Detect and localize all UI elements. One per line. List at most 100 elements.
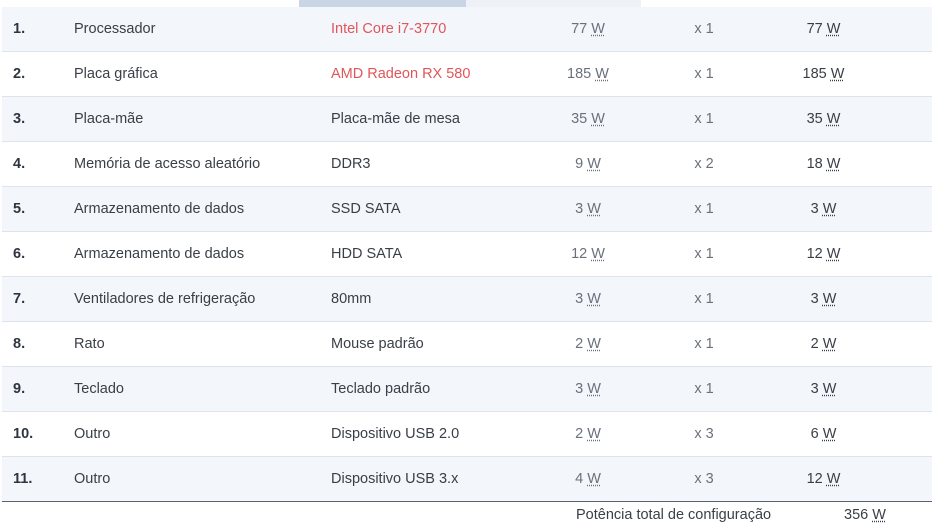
- quantity: x 1: [633, 366, 775, 412]
- row-total-power: 12 W: [775, 231, 932, 277]
- total-power-label: Potência total de configuração: [576, 507, 772, 523]
- unit-power: 4 W: [543, 456, 633, 502]
- quantity: x 1: [633, 276, 775, 322]
- row-total-value: 6: [810, 426, 819, 442]
- component-model-text: Dispositivo USB 2.0: [331, 426, 460, 442]
- component-model: Teclado padrão: [331, 366, 543, 412]
- unit-power: 2 W: [543, 411, 633, 457]
- total-power-value: 356 W: [844, 507, 886, 523]
- row-index: 6.: [2, 231, 74, 277]
- component-model-link[interactable]: AMD Radeon RX 580: [331, 66, 470, 82]
- quantity: x 1: [633, 7, 775, 52]
- component-model-text: Mouse padrão: [331, 336, 424, 352]
- row-total-power: 35 W: [775, 96, 932, 142]
- quantity: x 2: [633, 141, 775, 187]
- row-total-value: 12: [806, 471, 823, 487]
- row-total-power: 3 W: [775, 186, 932, 232]
- component-name: Placa-mãe: [74, 96, 331, 142]
- table-row: 6. Armazenamento de dados HDD SATA 12 Wx 11…: [2, 231, 932, 277]
- unit-power: 9 W: [543, 141, 633, 187]
- component-model: DDR3: [331, 141, 543, 187]
- unit-power: 35 W: [543, 96, 633, 142]
- unit-power-unit: W: [587, 471, 601, 487]
- row-total-value: 185: [802, 66, 827, 82]
- table-row: 9. Teclado Teclado padrão 3 Wx 13 W: [2, 366, 932, 412]
- unit-power: 2 W: [543, 321, 633, 367]
- components-table: 1. Processador Intel Core i7-3770 77 Wx 1 77…: [2, 7, 932, 502]
- row-index: 2.: [2, 51, 74, 97]
- unit-power-unit: W: [591, 21, 605, 37]
- table-row: 3. Placa-mãe Placa-mãe de mesa 35 Wx 1 35 W: [2, 96, 932, 142]
- quantity: x 1: [633, 321, 775, 367]
- table-row: 4. Memória de acesso aleatório DDR3 9 Wx 21…: [2, 141, 932, 187]
- total-power-number: 356: [844, 507, 869, 523]
- row-total-unit: W: [826, 156, 841, 172]
- unit-power-unit: W: [587, 156, 601, 172]
- unit-power-value: 77: [571, 21, 588, 37]
- row-total-value: 35: [806, 111, 823, 127]
- component-name: Outro: [74, 456, 331, 502]
- unit-power-value: 12: [571, 246, 588, 262]
- total-power-unit: W: [872, 507, 886, 523]
- unit-power-value: 3: [575, 201, 584, 217]
- components-table-body: 1. Processador Intel Core i7-3770 77 Wx 1 77…: [2, 7, 932, 502]
- unit-power-unit: W: [587, 381, 601, 397]
- quantity: x 1: [633, 51, 775, 97]
- component-model: Mouse padrão: [331, 321, 543, 367]
- row-total-unit: W: [826, 111, 841, 127]
- row-total-unit: W: [822, 336, 837, 352]
- component-name: Teclado: [74, 366, 331, 412]
- component-name: Placa gráfica: [74, 51, 331, 97]
- component-model-link[interactable]: Intel Core i7-3770: [331, 21, 446, 37]
- table-row: 8. Rato Mouse padrão 2 Wx 12 W: [2, 321, 932, 367]
- unit-power-value: 35: [571, 111, 588, 127]
- row-total-value: 18: [806, 156, 823, 172]
- unit-power-value: 4: [575, 471, 584, 487]
- component-model: Dispositivo USB 2.0: [331, 411, 543, 457]
- unit-power-value: 3: [575, 381, 584, 397]
- row-total-power: 12 W: [775, 456, 932, 502]
- component-model[interactable]: Intel Core i7-3770: [331, 7, 543, 52]
- row-index: 7.: [2, 276, 74, 322]
- unit-power-unit: W: [587, 291, 601, 307]
- component-model[interactable]: AMD Radeon RX 580: [331, 51, 543, 97]
- row-index: 10.: [2, 411, 74, 457]
- row-index: 11.: [2, 456, 74, 502]
- component-model-text: Teclado padrão: [331, 381, 431, 397]
- component-model-text: DDR3: [331, 156, 371, 172]
- unit-power-unit: W: [591, 246, 605, 262]
- unit-power-value: 2: [575, 426, 584, 442]
- row-total-value: 3: [810, 381, 819, 397]
- component-model: HDD SATA: [331, 231, 543, 277]
- row-index: 9.: [2, 366, 74, 412]
- row-total-value: 12: [806, 246, 823, 262]
- table-row: 5. Armazenamento de dados SSD SATA 3 Wx 13 …: [2, 186, 932, 232]
- row-total-unit: W: [822, 291, 837, 307]
- row-total-power: 3 W: [775, 366, 932, 412]
- component-model-text: Placa-mãe de mesa: [331, 111, 460, 127]
- power-calculator-page: 1. Processador Intel Core i7-3770 77 Wx 1 77…: [0, 0, 932, 525]
- unit-power-value: 9: [575, 156, 584, 172]
- row-index: 1.: [2, 7, 74, 52]
- unit-power-unit: W: [591, 111, 605, 127]
- component-model: 80mm: [331, 276, 543, 322]
- row-index: 5.: [2, 186, 74, 232]
- unit-power-unit: W: [595, 66, 609, 82]
- component-model-text: HDD SATA: [331, 246, 403, 262]
- row-total-power: 3 W: [775, 276, 932, 322]
- row-total-unit: W: [830, 66, 845, 82]
- component-model: Placa-mãe de mesa: [331, 96, 543, 142]
- row-total-value: 3: [810, 291, 819, 307]
- component-model-text: Dispositivo USB 3.x: [331, 471, 459, 487]
- table-row: 1. Processador Intel Core i7-3770 77 Wx 1 77…: [2, 7, 932, 52]
- component-name: Outro: [74, 411, 331, 457]
- component-name: Memória de acesso aleatório: [74, 141, 331, 187]
- unit-power: 12 W: [543, 231, 633, 277]
- row-total-power: 77 W: [775, 7, 932, 52]
- component-name: Ventiladores de refrigeração: [74, 276, 331, 322]
- row-total-power: 185 W: [775, 51, 932, 97]
- component-model-text: SSD SATA: [331, 201, 401, 217]
- component-name: Armazenamento de dados: [74, 186, 331, 232]
- row-total-value: 77: [806, 21, 823, 37]
- unit-power: 77 W: [543, 7, 633, 52]
